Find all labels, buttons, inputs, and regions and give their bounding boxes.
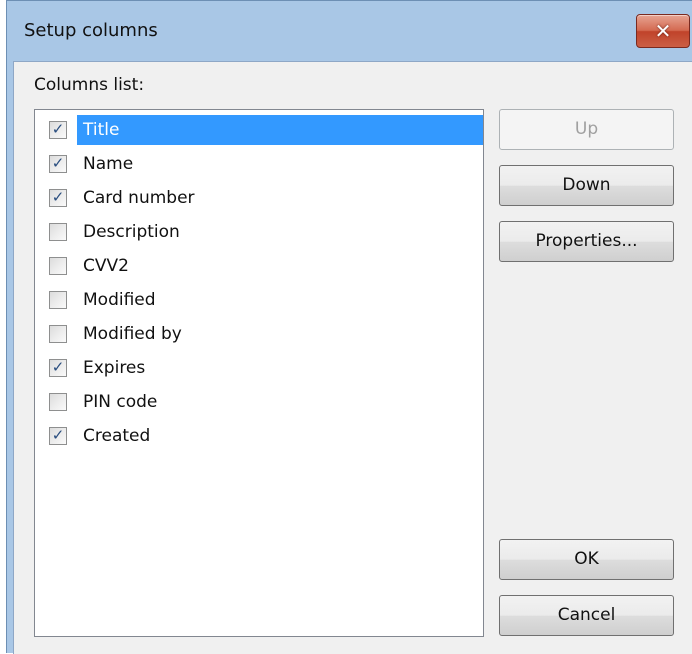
list-item-label: Title bbox=[77, 115, 483, 145]
list-item-label: Modified by bbox=[83, 324, 182, 344]
properties-button[interactable]: Properties... bbox=[499, 221, 674, 262]
checkmark-icon: ✓ bbox=[51, 188, 65, 206]
dialog-body: Columns list: ✓ Title ✓ Name ✓ Card numb… bbox=[13, 61, 692, 654]
list-item-modified-by[interactable]: Modified by bbox=[35, 317, 483, 351]
checkbox[interactable]: ✓ bbox=[49, 426, 67, 445]
cancel-button[interactable]: Cancel bbox=[499, 595, 674, 636]
list-item-label: Name bbox=[83, 154, 134, 174]
list-item-label: Expires bbox=[83, 358, 146, 378]
checkbox[interactable] bbox=[49, 223, 67, 241]
checkmark-icon: ✓ bbox=[51, 426, 65, 444]
list-item-label: Card number bbox=[83, 188, 195, 208]
checkmark-icon: ✓ bbox=[51, 358, 65, 376]
columns-list-label: Columns list: bbox=[34, 75, 145, 95]
list-item-card-number[interactable]: ✓ Card number bbox=[35, 181, 483, 215]
window-title: Setup columns bbox=[24, 20, 158, 41]
up-button[interactable]: Up bbox=[499, 109, 674, 150]
list-item-name[interactable]: ✓ Name bbox=[35, 147, 483, 181]
ok-button[interactable]: OK bbox=[499, 539, 674, 580]
title-bar[interactable]: Setup columns ✕ bbox=[7, 1, 692, 61]
list-item-label: CVV2 bbox=[83, 256, 129, 276]
list-item-label: Modified bbox=[83, 290, 156, 310]
list-item-label: Created bbox=[83, 426, 151, 446]
checkmark-icon: ✓ bbox=[51, 120, 65, 138]
checkbox[interactable]: ✓ bbox=[49, 358, 67, 377]
list-item-label: Description bbox=[83, 222, 180, 242]
setup-columns-dialog: Setup columns ✕ Columns list: ✓ Title ✓ … bbox=[6, 0, 692, 654]
columns-listbox[interactable]: ✓ Title ✓ Name ✓ Card number Description… bbox=[34, 109, 484, 637]
list-item-title[interactable]: ✓ Title bbox=[35, 113, 483, 147]
list-item-label: PIN code bbox=[83, 392, 158, 412]
checkbox[interactable] bbox=[49, 393, 67, 411]
list-item-modified[interactable]: Modified bbox=[35, 283, 483, 317]
checkbox[interactable] bbox=[49, 291, 67, 309]
list-item-pin-code[interactable]: PIN code bbox=[35, 385, 483, 419]
down-button[interactable]: Down bbox=[499, 165, 674, 206]
list-item-description[interactable]: Description bbox=[35, 215, 483, 249]
close-button[interactable]: ✕ bbox=[636, 14, 690, 48]
checkmark-icon: ✓ bbox=[51, 154, 65, 172]
checkbox[interactable]: ✓ bbox=[49, 188, 67, 207]
list-item-created[interactable]: ✓ Created bbox=[35, 419, 483, 453]
checkbox[interactable]: ✓ bbox=[49, 154, 67, 173]
checkbox[interactable] bbox=[49, 325, 67, 343]
checkbox[interactable]: ✓ bbox=[49, 120, 67, 139]
close-icon: ✕ bbox=[654, 19, 672, 43]
checkbox[interactable] bbox=[49, 257, 67, 275]
list-item-expires[interactable]: ✓ Expires bbox=[35, 351, 483, 385]
list-item-cvv2[interactable]: CVV2 bbox=[35, 249, 483, 283]
